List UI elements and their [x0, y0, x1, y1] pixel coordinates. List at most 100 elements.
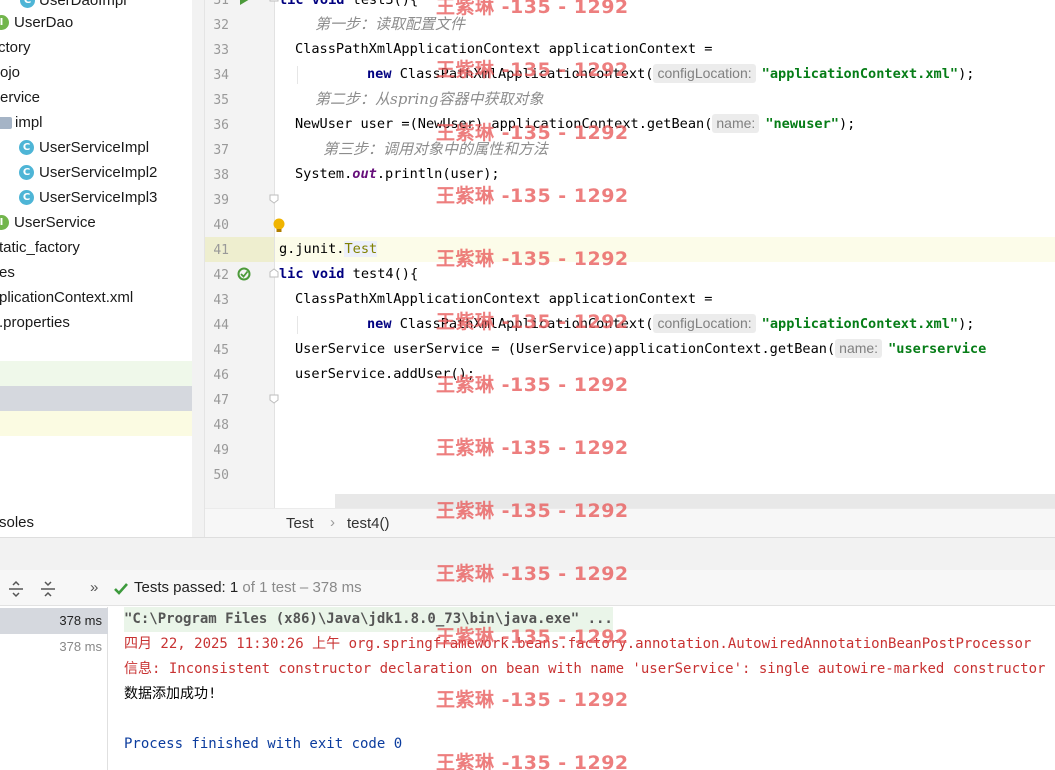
tree-row-highlight-green[interactable] [0, 361, 192, 386]
code-keyword: new [367, 66, 400, 82]
code-text: NewUser user =(NewUser) applicationConte… [295, 116, 713, 132]
code-line-45[interactable]: UserService userService = (UserService)a… [295, 337, 986, 362]
tree-item-label: UserServiceImpl3 [39, 189, 158, 206]
class-icon: C [20, 0, 35, 8]
lightbulb-icon[interactable] [272, 218, 286, 234]
line-number: 36 [213, 118, 229, 133]
expand-all-icon[interactable] [7, 580, 25, 598]
code-line-43[interactable]: ClassPathXmlApplicationContext applicati… [295, 287, 712, 312]
code-line-42[interactable]: lic void test4(){ [279, 262, 418, 287]
tree-item-label: ojo [0, 64, 21, 81]
tree-item-properties[interactable]: .properties [0, 310, 70, 335]
breadcrumb-method[interactable]: test4() [347, 515, 390, 532]
test-result-row[interactable]: 378 ms [0, 634, 108, 660]
parameter-hint: configLocation: [653, 64, 756, 83]
tree-item-consoles[interactable]: soles [0, 510, 34, 535]
tree-item-service[interactable]: ervice [0, 85, 40, 110]
console-output[interactable]: "C:\Program Files (x86)\Java\jdk1.8.0_73… [109, 607, 1055, 770]
fold-marker-icon[interactable] [269, 194, 279, 204]
code-text: ClassPathXmlApplicationContext( [399, 66, 654, 82]
more-actions-chevron[interactable]: » [90, 579, 98, 596]
line-number: 34 [213, 68, 229, 83]
class-icon: C [19, 140, 34, 155]
collapse-all-icon[interactable] [39, 580, 57, 598]
code-string: "userservice [888, 341, 987, 357]
code-line-41[interactable]: g.junit.Test [279, 237, 378, 262]
tree-item-resources[interactable]: es [0, 260, 15, 285]
project-tree-panel: C UserDaoImpl I UserDao ctory ojo ervice… [0, 0, 192, 537]
class-icon: C [19, 165, 34, 180]
tree-item-static-factory[interactable]: tatic_factory [0, 235, 80, 260]
editor-horizontal-scrollbar[interactable] [335, 494, 1055, 508]
tree-item-label: UserDao [14, 14, 74, 31]
tree-row-highlight-yellow[interactable] [0, 411, 192, 436]
interface-icon: I [0, 215, 9, 230]
code-keyword: lic void [279, 266, 353, 282]
tree-item-factory[interactable]: ctory [0, 35, 31, 60]
line-number: 45 [213, 343, 229, 358]
run-test-passed-icon[interactable] [237, 267, 253, 283]
code-line-44[interactable]: new ClassPathXmlApplicationContext(confi… [367, 312, 974, 337]
line-number: 49 [213, 443, 229, 458]
code-text: ClassPathXmlApplicationContext( [399, 316, 654, 332]
code-line-33[interactable]: ClassPathXmlApplicationContext applicati… [295, 37, 712, 62]
test-results-tree: 378 ms 378 ms [0, 607, 108, 770]
code-keyword: lic void [279, 0, 353, 8]
code-editor[interactable]: 31 32 33 34 35 36 37 38 39 40 41 42 43 4… [205, 0, 1055, 537]
line-number: 47 [213, 393, 229, 408]
line-number: 37 [213, 143, 229, 158]
tree-row-selected[interactable] [0, 386, 192, 411]
tree-item-label: UserServiceImpl2 [39, 164, 158, 181]
tree-item-label: ctory [0, 39, 31, 56]
vertical-splitter[interactable] [192, 0, 205, 537]
line-number: 32 [213, 18, 229, 33]
tree-item-label: .properties [0, 314, 70, 331]
code-comment-line-32[interactable]: 第一步：读取配置文件 [315, 12, 465, 37]
tree-item-pojo[interactable]: ojo [0, 60, 20, 85]
test-result-row-selected[interactable]: 378 ms [0, 608, 108, 634]
code-comment-line-37[interactable]: 第三步：调用对象中的属性和方法 [323, 137, 548, 162]
line-number: 42 [213, 268, 229, 283]
fold-marker-icon[interactable] [269, 394, 279, 404]
ide-window: C UserDaoImpl I UserDao ctory ojo ervice… [0, 0, 1055, 770]
line-number: 33 [213, 43, 229, 58]
tests-status-label: Tests passed: [134, 579, 230, 596]
editor-breadcrumb: Test › test4() [205, 508, 1055, 537]
tree-item-label: impl [15, 114, 43, 131]
line-number: 50 [213, 468, 229, 483]
line-number: 31 [213, 0, 229, 8]
indent-guide [297, 316, 298, 334]
code-keyword: new [367, 316, 400, 332]
indent-guide [297, 66, 298, 84]
code-line-36[interactable]: NewUser user =(NewUser) applicationConte… [295, 112, 855, 137]
tree-item-applicationcontext-xml[interactable]: plicationContext.xml [0, 285, 133, 310]
fold-gutter-line [274, 0, 275, 508]
tree-item-label: es [0, 264, 15, 281]
console-output-line: 数据添加成功! [124, 686, 217, 702]
line-number: 44 [213, 318, 229, 333]
line-number: 48 [213, 418, 229, 433]
run-test-icon[interactable] [237, 0, 251, 6]
line-number: 43 [213, 293, 229, 308]
line-number: 40 [213, 218, 229, 233]
console-command-line: "C:\Program Files (x86)\Java\jdk1.8.0_73… [124, 607, 613, 632]
code-line-34[interactable]: new ClassPathXmlApplicationContext(confi… [367, 62, 974, 87]
console-log-line: 四月 22, 2025 11:30:26 上午 org.springframew… [124, 636, 1032, 652]
tree-item-label: UserServiceImpl [39, 139, 150, 156]
line-number: 46 [213, 368, 229, 383]
code-line-38[interactable]: System.out.println(user); [295, 162, 500, 187]
tree-item-label: plicationContext.xml [0, 289, 134, 306]
console-log-line: 信息: Inconsistent constructor declaration… [124, 661, 1046, 677]
code-text: g.junit. [279, 241, 345, 257]
check-icon [114, 583, 128, 595]
line-number: 38 [213, 168, 229, 183]
breadcrumb-class[interactable]: Test [286, 515, 314, 532]
code-comment-line-35[interactable]: 第二步：从spring容器中获取对象 [315, 87, 544, 112]
code-text: .println(user); [376, 166, 500, 182]
fold-marker-icon[interactable] [269, 268, 279, 278]
code-line-46[interactable]: userService.addUser(); [295, 362, 475, 387]
run-toolbar: » Tests passed: 1 of 1 test – 378 ms [0, 570, 1055, 606]
tests-status-detail: of 1 test – 378 ms [238, 579, 362, 596]
fold-marker-icon[interactable] [269, 0, 279, 2]
horizontal-splitter[interactable] [0, 537, 1055, 570]
